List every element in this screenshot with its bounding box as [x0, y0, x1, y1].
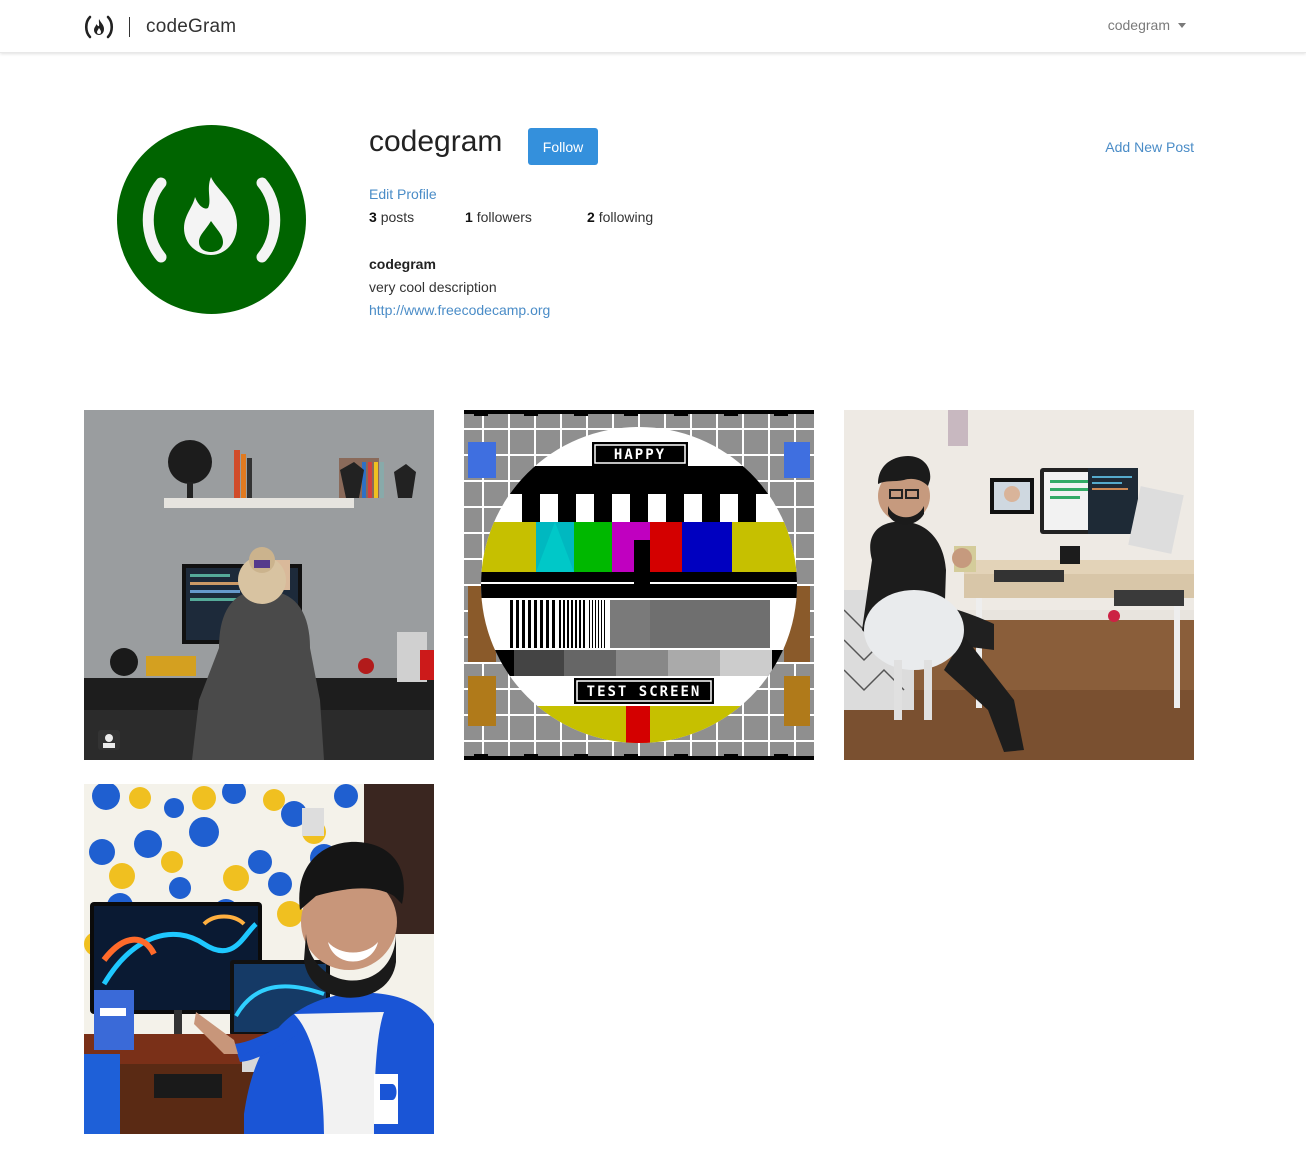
following-label: following — [598, 209, 654, 225]
bio-title: codegram — [369, 256, 436, 272]
followers-count: 1 — [465, 209, 473, 225]
user-menu-dropdown[interactable]: codegram — [1108, 17, 1186, 33]
posts-label: posts — [380, 209, 415, 225]
post-image-test-screen: HAPPY TEST SCREEN — [464, 410, 814, 760]
add-new-post-link[interactable]: Add New Post — [1105, 139, 1194, 155]
stat-posts: 3 posts — [369, 209, 465, 225]
stat-followers: 1 followers — [465, 209, 587, 225]
freecodecamp-logo-icon — [84, 15, 114, 39]
post-thumbnail-1[interactable] — [84, 410, 434, 760]
brand-link[interactable]: codeGram — [84, 14, 236, 40]
post-image-desk-woman — [84, 410, 434, 760]
post-image-desk-man — [844, 410, 1194, 760]
profile-avatar — [117, 125, 306, 314]
post-thumbnail-3[interactable] — [844, 410, 1194, 760]
stat-following: 2 following — [587, 209, 653, 225]
freecodecamp-avatar-icon — [117, 125, 306, 314]
post-image-monitor-man — [84, 784, 434, 1134]
follow-button[interactable]: Follow — [528, 128, 598, 165]
bio-description: very cool description — [369, 279, 497, 295]
followers-label: followers — [476, 209, 532, 225]
caret-down-icon — [1178, 23, 1186, 28]
profile-stats: 3 posts 1 followers 2 following — [369, 209, 653, 225]
test-screen-bottom-banner: TEST SCREEN — [587, 684, 702, 700]
posts-count: 3 — [369, 209, 377, 225]
following-count: 2 — [587, 209, 595, 225]
bio-url-link[interactable]: http://www.freecodecamp.org — [369, 302, 550, 318]
navbar: codeGram codegram — [0, 0, 1306, 53]
edit-profile-link[interactable]: Edit Profile — [369, 186, 437, 202]
user-menu-label: codegram — [1107, 17, 1170, 33]
post-thumbnail-2[interactable]: HAPPY TEST SCREEN — [464, 410, 814, 760]
brand-name: codeGram — [146, 16, 237, 37]
test-screen-top-banner: HAPPY — [614, 447, 666, 463]
post-thumbnail-4[interactable] — [84, 784, 434, 1134]
brand-divider — [129, 17, 130, 37]
profile-username: codegram — [369, 125, 503, 158]
